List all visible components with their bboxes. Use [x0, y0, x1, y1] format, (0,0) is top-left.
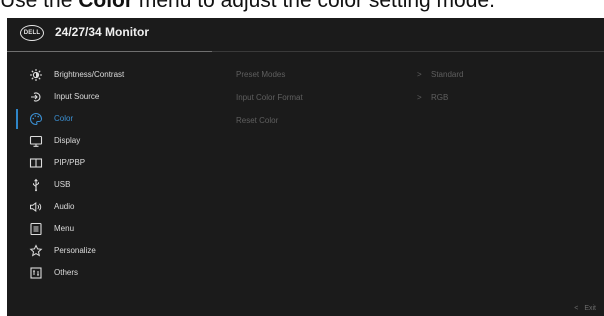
menu-item-audio[interactable]: Audio [7, 196, 217, 218]
others-icon [29, 266, 43, 280]
audio-icon [29, 200, 43, 214]
menu-item-brightness-contrast[interactable]: Brightness/Contrast [7, 64, 217, 86]
brightness-icon [29, 68, 43, 82]
submenu-row-label: Preset Modes [236, 70, 286, 79]
monitor-osd: DELL 24/27/34 Monitor Brightness/Contras… [7, 18, 604, 316]
menu-item-label: Audio [54, 202, 75, 211]
color-icon [29, 112, 43, 126]
submenu-row-label: Reset Color [236, 116, 279, 125]
menu-item-display[interactable]: Display [7, 130, 217, 152]
caption-bold-term: Color [78, 0, 134, 12]
menu-item-label: Personalize [54, 246, 96, 255]
selection-indicator [16, 109, 18, 129]
submenu-row-label: Input Color Format [236, 93, 303, 102]
menu-item-menu[interactable]: Menu [7, 218, 217, 240]
menu-item-label: Display [54, 136, 81, 145]
chevron-right-icon: > [417, 93, 422, 102]
exit-label: Exit [584, 305, 596, 312]
menu-item-others[interactable]: Others [7, 262, 217, 284]
menu-item-usb[interactable]: USB [7, 174, 217, 196]
menu-item-label: Input Source [54, 92, 100, 101]
menu-icon [29, 222, 43, 236]
submenu-row-value: RGB [431, 93, 449, 102]
menu-item-label: Color [54, 114, 74, 123]
chevron-left-icon: < [574, 305, 579, 312]
menu-item-personalize[interactable]: Personalize [7, 240, 217, 262]
menu-item-input-source[interactable]: Input Source [7, 86, 217, 108]
menu-item-label: Others [54, 268, 79, 277]
caption-text-after: menu to adjust the color setting mode. [133, 0, 495, 12]
submenu-row-reset-color[interactable]: Reset Color [236, 113, 596, 136]
menu-item-label: Brightness/Contrast [54, 70, 125, 79]
menu-item-color[interactable]: Color [7, 108, 217, 130]
display-icon [29, 134, 43, 148]
header-divider [7, 51, 212, 52]
submenu-row-input-color-format[interactable]: Input Color Format > RGB [236, 90, 596, 113]
usb-icon [29, 178, 43, 192]
dell-logo: DELL [20, 25, 44, 41]
pip-pbp-icon [29, 156, 43, 170]
header-divider-dim [212, 51, 604, 52]
submenu-row-preset-modes[interactable]: Preset Modes > Standard [236, 67, 596, 90]
star-icon [29, 244, 43, 258]
menu-item-label: Menu [54, 224, 75, 233]
instruction-caption: Use the Color menu to adjust the color s… [0, 0, 604, 15]
exit-button[interactable]: < Exit [574, 305, 596, 312]
menu-item-pip-pbp[interactable]: PIP/PBP [7, 152, 217, 174]
caption-text-before: Use the [0, 0, 79, 12]
main-menu: Brightness/Contrast Input Source Color D… [7, 64, 217, 284]
osd-header: DELL 24/27/34 Monitor [7, 18, 604, 50]
monitor-title: 24/27/34 Monitor [55, 25, 150, 39]
chevron-right-icon: > [417, 70, 422, 79]
menu-item-label: USB [54, 180, 71, 189]
submenu-row-value: Standard [431, 70, 464, 79]
color-submenu: Preset Modes > Standard Input Color Form… [236, 67, 596, 136]
input-source-icon [29, 90, 43, 104]
menu-item-label: PIP/PBP [54, 158, 86, 167]
